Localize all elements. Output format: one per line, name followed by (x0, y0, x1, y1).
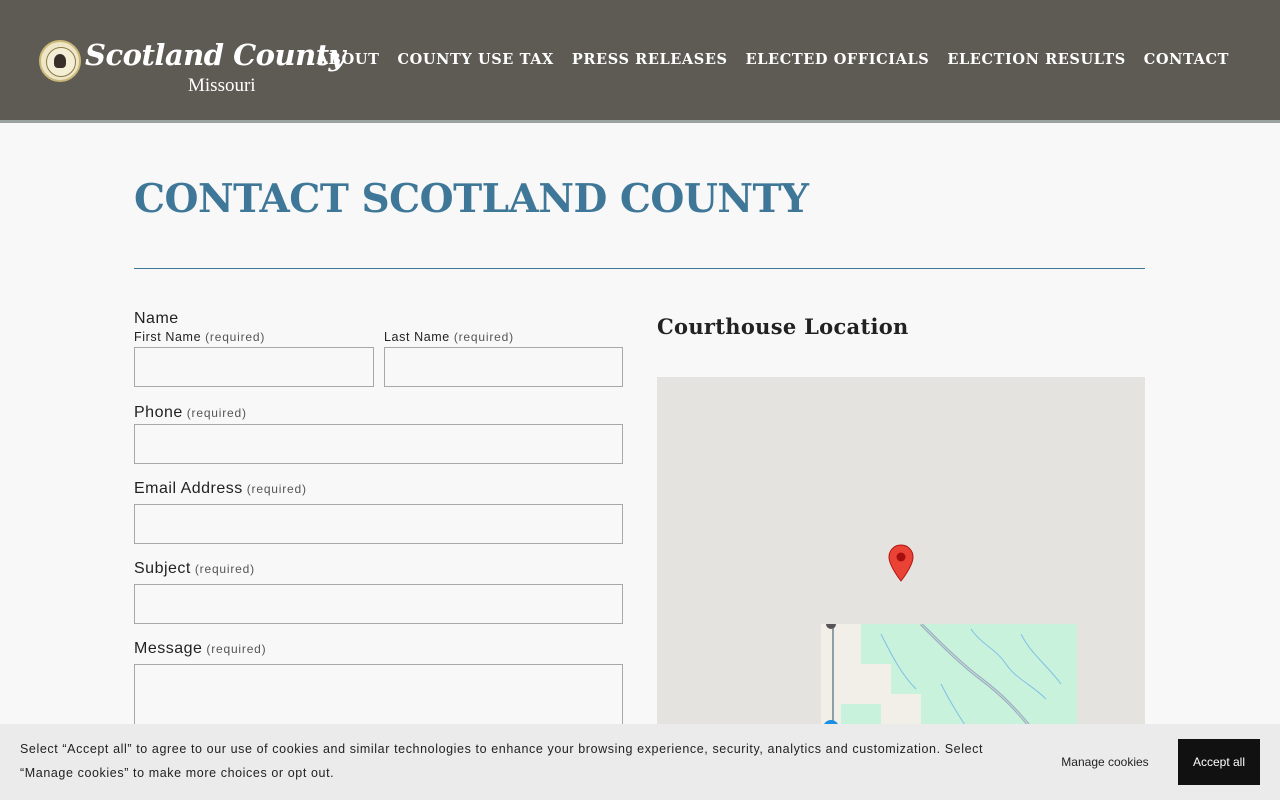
site-header: Scotland County Missouri ABOUT COUNTY US… (0, 0, 1280, 123)
logo-title: Scotland County (85, 38, 345, 72)
subject-label: Subject (134, 560, 191, 577)
nav-item-about[interactable]: ABOUT (317, 51, 380, 68)
nav-item-elected-officials[interactable]: ELECTED OFFICIALS (746, 51, 930, 68)
map-pin-icon[interactable] (888, 544, 914, 582)
accept-all-button[interactable]: Accept all (1178, 739, 1260, 785)
required-hint: (required) (205, 330, 266, 344)
map-tile (821, 624, 1077, 727)
nav-item-contact[interactable]: CONTACT (1144, 51, 1229, 68)
phone-input[interactable] (134, 424, 623, 464)
email-label: Email Address (134, 480, 243, 497)
manage-cookies-button[interactable]: Manage cookies (1046, 747, 1164, 777)
map-heading: Courthouse Location (657, 314, 909, 339)
nav-item-election-results[interactable]: ELECTION RESULTS (947, 51, 1125, 68)
logo-subtitle: Missouri (188, 75, 256, 96)
email-input[interactable] (134, 504, 623, 544)
message-label: Message (134, 640, 203, 657)
required-hint: (required) (206, 642, 267, 656)
first-name-label: First Name (134, 330, 202, 344)
last-name-label: Last Name (384, 330, 450, 344)
required-hint: (required) (186, 406, 247, 420)
page-title: CONTACT SCOTLAND COUNTY (134, 176, 809, 222)
nav-item-press-releases[interactable]: PRESS RELEASES (572, 51, 728, 68)
cookie-banner: Select “Accept all” to agree to our use … (0, 724, 1280, 800)
required-hint: (required) (194, 562, 255, 576)
last-name-input[interactable] (384, 347, 623, 387)
name-label: Name (134, 310, 179, 327)
first-name-input[interactable] (134, 347, 374, 387)
cookie-banner-text: Select “Accept all” to agree to our use … (20, 742, 984, 780)
phone-label: Phone (134, 404, 183, 421)
main-nav: ABOUT COUNTY USE TAX PRESS RELEASES ELEC… (317, 51, 1229, 68)
county-seal-icon (39, 40, 81, 82)
title-divider (134, 268, 1145, 269)
nav-item-county-use-tax[interactable]: COUNTY USE TAX (398, 51, 554, 68)
required-hint: (required) (453, 330, 514, 344)
courthouse-map[interactable] (657, 377, 1145, 727)
required-hint: (required) (246, 482, 307, 496)
subject-input[interactable] (134, 584, 623, 624)
site-logo[interactable]: Scotland County Missouri (39, 38, 345, 98)
